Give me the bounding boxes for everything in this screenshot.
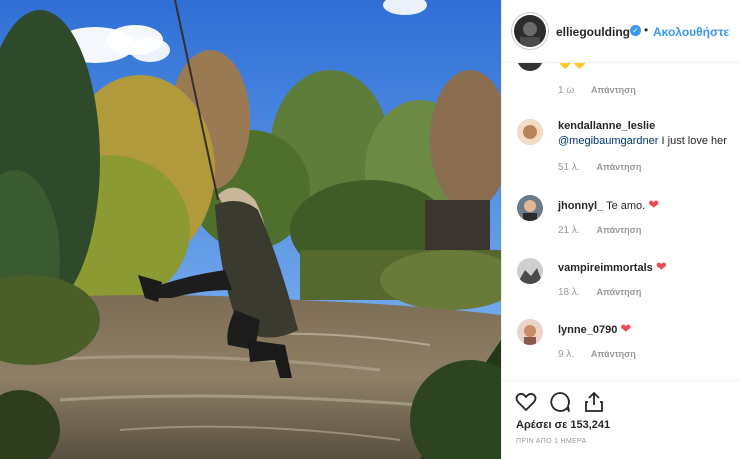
reply-button[interactable]: Απάντηση [596, 162, 641, 172]
comment-meta: 21 λ. Απάντηση [558, 225, 641, 236]
comment-mention[interactable]: @megibaumgardner [558, 135, 658, 147]
post-sidebar: elliegoulding ✓ • Ακολουθήστε 💛💛 1 ω Απά… [501, 0, 740, 459]
comment-avatar[interactable] [517, 319, 543, 345]
comment-body: lynne_0790 ❤ [558, 321, 631, 337]
comment-time: 9 λ. [558, 349, 575, 360]
comment-username[interactable]: kendallanne_leslie [558, 120, 655, 132]
reply-button[interactable]: Απάντηση [596, 225, 641, 235]
comment-time: 1 ω [558, 85, 575, 96]
comment-avatar[interactable] [517, 258, 543, 284]
comment-meta: 9 λ. Απάντηση [558, 349, 636, 360]
comment-meta: 51 λ. Απάντηση [558, 162, 641, 173]
post-header: elliegoulding ✓ • Ακολουθήστε [502, 0, 740, 63]
comment-time: 21 λ. [558, 225, 580, 236]
post-photo[interactable] [0, 0, 501, 459]
comment-bubble-icon[interactable] [548, 390, 572, 414]
comment-username[interactable]: jhonnyl_ [558, 200, 603, 212]
post-actions: Αρέσει σε 153,241 ΠΡΙΝ ΑΠΟ 1 ΗΜΕΡΑ [502, 380, 740, 459]
reply-button[interactable]: Απάντηση [596, 287, 641, 297]
comment-username[interactable]: vampireimmortals [558, 262, 653, 274]
comment-time: 51 λ. [558, 162, 580, 173]
comment-username[interactable]: lynne_0790 [558, 324, 617, 336]
comment-avatar[interactable] [517, 195, 543, 221]
heart-emoji-icon: ❤ [620, 321, 632, 336]
comment-avatar[interactable] [517, 119, 543, 145]
share-upload-icon[interactable] [582, 390, 606, 414]
comment-avatar[interactable] [517, 63, 543, 71]
author-avatar[interactable] [514, 15, 546, 47]
follow-button[interactable]: Ακολουθήστε [653, 25, 729, 39]
likes-count[interactable]: Αρέσει σε 153,241 [516, 419, 610, 431]
comment-body: jhonnyl_ Te amo. ❤ [558, 197, 659, 213]
comment-text: 💛💛 [558, 63, 588, 70]
heart-emoji-icon: ❤ [655, 259, 667, 274]
heart-emoji-icon: ❤ [648, 197, 660, 212]
comment-meta: 1 ω Απάντηση [558, 85, 636, 96]
comment-text: Te amo. [606, 200, 646, 212]
author-username[interactable]: elliegoulding [556, 25, 630, 39]
comment-text: @megibaumgardner I just love her [558, 135, 727, 147]
post-timestamp: ΠΡΙΝ ΑΠΟ 1 ΗΜΕΡΑ [516, 438, 587, 445]
reply-button[interactable]: Απάντηση [591, 85, 636, 95]
comment-time: 18 λ. [558, 287, 580, 298]
comment-body: vampireimmortals ❤ [558, 259, 667, 275]
reply-button[interactable]: Απάντηση [591, 349, 636, 359]
verified-badge-icon: ✓ [630, 25, 641, 36]
photo-scene [0, 0, 501, 459]
separator-dot: • [644, 23, 649, 37]
like-heart-icon[interactable] [514, 390, 538, 414]
comment-meta: 18 λ. Απάντηση [558, 287, 641, 298]
comment-list[interactable]: 💛💛 1 ω Απάντηση kendallanne_leslie @megi… [502, 63, 740, 380]
